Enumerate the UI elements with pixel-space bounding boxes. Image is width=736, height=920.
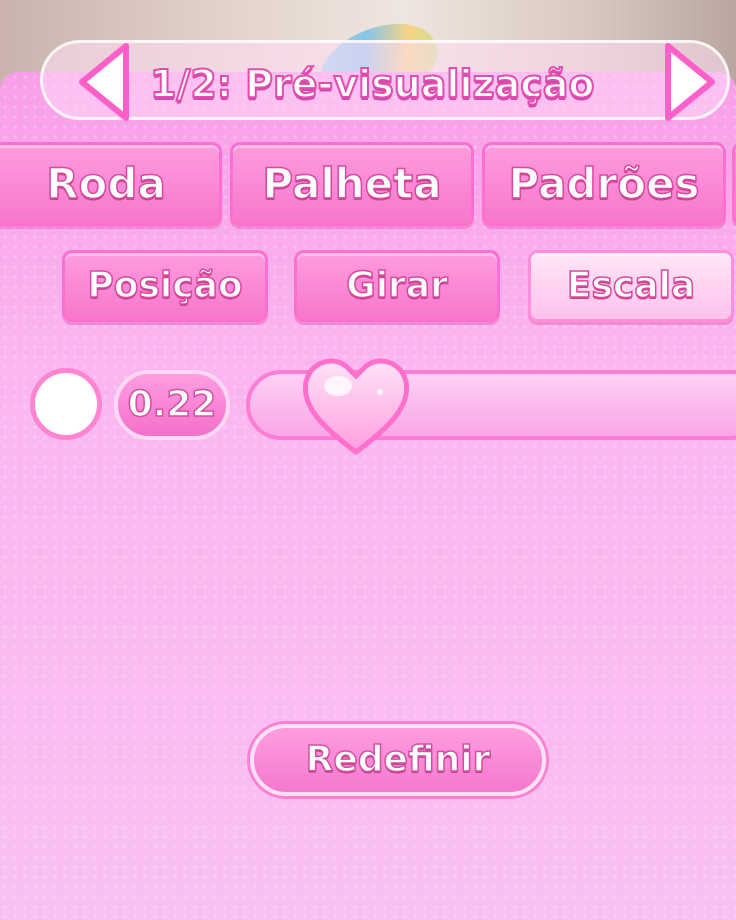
reset-button[interactable]: Redefinir bbox=[250, 724, 546, 796]
tab-posicao[interactable]: Posição bbox=[62, 250, 268, 322]
tab-roda[interactable]: Roda bbox=[0, 142, 222, 226]
page-title: 1/2: Pré-visualização bbox=[149, 61, 596, 107]
right-arrow-icon[interactable] bbox=[660, 40, 720, 124]
tab-escala[interactable]: Escala bbox=[528, 250, 734, 322]
tab-padroes[interactable]: Padrões bbox=[482, 142, 726, 226]
tab-palheta[interactable]: Palheta bbox=[230, 142, 474, 226]
scale-value-input[interactable]: 0.22 bbox=[114, 370, 230, 440]
heart-icon[interactable] bbox=[298, 352, 414, 458]
tab-girar[interactable]: Girar bbox=[294, 250, 500, 322]
tab-more[interactable] bbox=[732, 142, 736, 226]
left-arrow-icon[interactable] bbox=[74, 40, 134, 124]
color-swatch[interactable] bbox=[30, 368, 102, 440]
